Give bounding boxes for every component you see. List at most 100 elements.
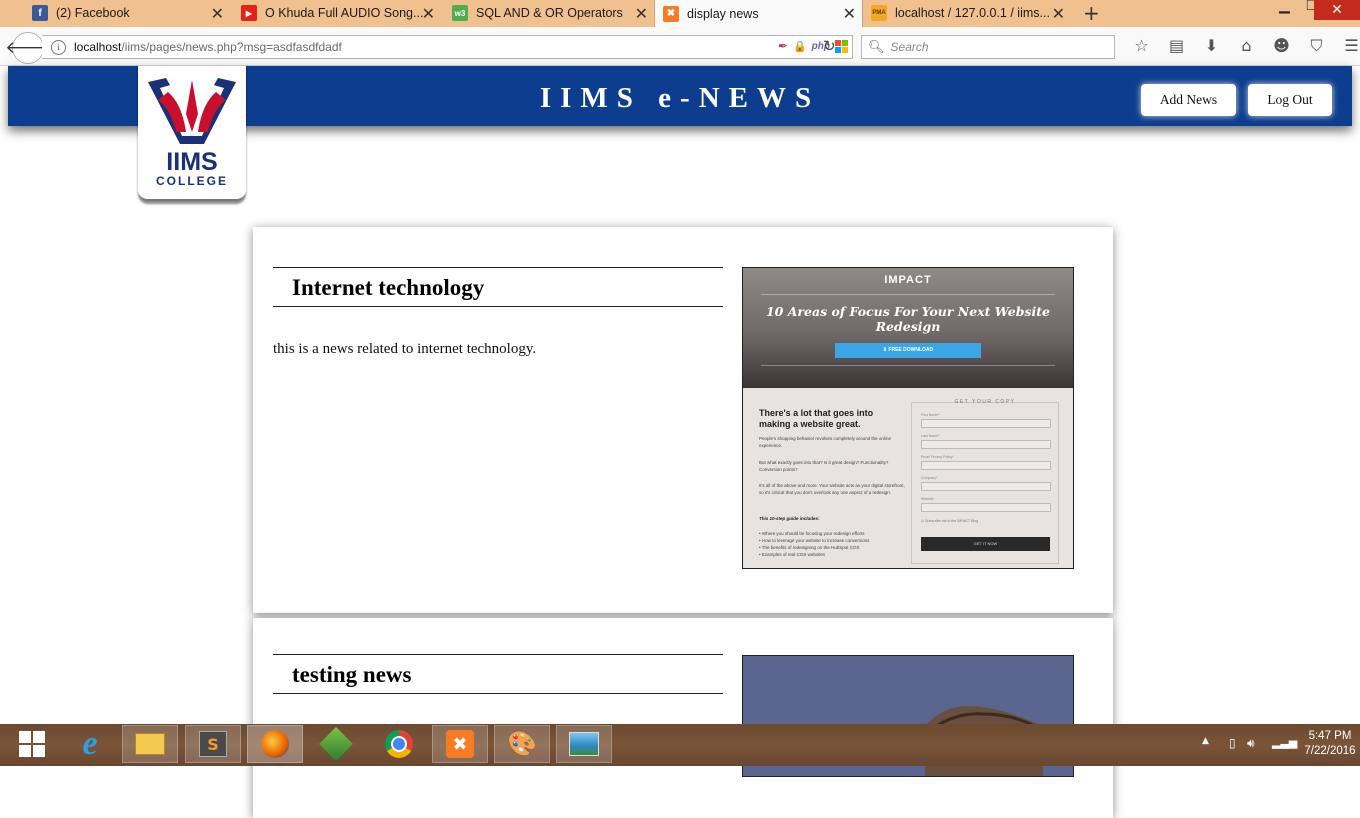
- file-explorer-button[interactable]: [122, 725, 178, 763]
- close-icon[interactable]: ✕: [211, 4, 224, 24]
- windows-addon-icon[interactable]: [835, 39, 848, 53]
- hello-icon[interactable]: ☻: [1264, 36, 1299, 56]
- back-arrow-icon[interactable]: 🡐: [5, 32, 51, 64]
- chrome-button[interactable]: [371, 725, 427, 763]
- close-icon[interactable]: ✕: [422, 4, 435, 24]
- tab-w3schools[interactable]: w3 SQL AND & OR Operators ✕: [444, 0, 654, 26]
- divider: [761, 294, 1055, 295]
- browser-tab-strip: f (2) Facebook ✕ ▶ O Khuda Full AUDIO So…: [0, 0, 1360, 27]
- image-bullet: • Where you should be focusing your rede…: [759, 531, 865, 536]
- image-guide-title: This 10-step guide includes:: [759, 516, 820, 521]
- tab-title: SQL AND & OR Operators: [476, 6, 623, 20]
- form-field: [921, 503, 1051, 512]
- battery-icon[interactable]: ▯: [1229, 736, 1236, 750]
- folder-icon: [135, 733, 165, 755]
- close-icon[interactable]: ✕: [635, 4, 648, 24]
- tab-display-news[interactable]: ✖ display news ✕: [654, 0, 863, 27]
- image-headline: 10 Areas of Focus For Your Next Website …: [765, 304, 1050, 334]
- addon-icon[interactable]: ✒: [778, 39, 788, 53]
- tab-title: localhost / 127.0.0.1 / iims...: [895, 6, 1050, 20]
- subscribe-label: ☑ Subscribe me to the IMPACT Blog: [921, 519, 979, 523]
- facebook-icon: f: [32, 5, 48, 21]
- logo-emblem-icon: [148, 78, 236, 144]
- iims-logo[interactable]: IIMS COLLEGE: [138, 66, 246, 201]
- form-label: Company*: [921, 476, 938, 480]
- news-body: this is a news related to internet techn…: [273, 341, 537, 357]
- reading-list-icon[interactable]: ▤: [1159, 36, 1194, 56]
- internet-explorer-icon: e: [82, 725, 98, 762]
- tab-title: (2) Facebook: [56, 6, 130, 20]
- form-label: First Name*: [921, 413, 940, 417]
- xampp-icon: ✖: [446, 730, 474, 758]
- photos-button[interactable]: [556, 725, 612, 763]
- search-icon: 🔍︎: [868, 39, 885, 54]
- image-bullet: • Examples of real COS websites: [759, 552, 826, 557]
- download-icon[interactable]: ⬇: [1194, 36, 1229, 56]
- firefox-icon: [261, 730, 289, 758]
- close-icon[interactable]: ✕: [843, 4, 856, 24]
- tab-title: O Khuda Full AUDIO Song...: [265, 6, 424, 20]
- close-icon[interactable]: ✕: [1052, 4, 1065, 24]
- image-bullet: • The benefits of redesigning on the Hub…: [759, 545, 860, 550]
- paint-button[interactable]: 🎨: [494, 725, 550, 763]
- free-download-button: ⬇ FREE DOWNLOAD: [835, 343, 981, 358]
- window-close-icon[interactable]: ✕: [1314, 0, 1360, 20]
- photo-viewer-icon: [569, 732, 599, 756]
- show-hidden-icons-icon[interactable]: ▲: [1202, 736, 1209, 746]
- tab-title: display news: [687, 6, 759, 21]
- network-icon[interactable]: ▂▃▅: [1272, 736, 1297, 749]
- tab-phpmyadmin[interactable]: PMA localhost / 127.0.0.1 / iims... ✕: [863, 0, 1071, 26]
- news-image: IMPACT 10 Areas of Focus For Your Next W…: [742, 267, 1074, 569]
- chrome-icon: [385, 730, 413, 758]
- image-bullet: • How to leverage your website to increa…: [759, 538, 870, 543]
- image-paragraph: But what exactly goes into that? Is it g…: [759, 460, 889, 472]
- start-button[interactable]: [4, 725, 60, 763]
- windows-taskbar: e S ✖ 🎨 ▲ ▯ 🔊︎ ▂▃▅ 5:47 PM 7/22/2016: [0, 724, 1360, 766]
- phpmyadmin-icon: PMA: [871, 5, 887, 21]
- divider: [761, 365, 1055, 366]
- news-title: Internet technology: [273, 267, 723, 307]
- lock-icon[interactable]: 🔒: [793, 40, 807, 53]
- form-label: Email Privacy Policy*: [921, 455, 954, 459]
- logo-subtext: COLLEGE: [155, 174, 228, 188]
- pocket-icon[interactable]: ⛉: [1299, 36, 1334, 56]
- form-field: [921, 482, 1051, 491]
- firefox-button[interactable]: [247, 725, 303, 763]
- form-title: GET YOUR COPY: [954, 399, 1016, 405]
- app-button[interactable]: [308, 725, 364, 763]
- xampp-button[interactable]: ✖: [432, 725, 488, 763]
- w3schools-icon: w3: [452, 5, 468, 21]
- paint-palette-icon: 🎨: [507, 730, 537, 758]
- form-field: [921, 440, 1051, 449]
- news-card: Internet technology this is a news relat…: [253, 227, 1113, 613]
- sublime-icon: S: [199, 731, 227, 757]
- internet-explorer-button[interactable]: e: [62, 725, 118, 763]
- form-label: Website: [921, 497, 934, 501]
- green-app-icon: [319, 727, 353, 761]
- new-tab-button[interactable]: +: [1083, 1, 1100, 25]
- minimize-icon[interactable]: ▁: [1279, 0, 1290, 14]
- clock-time: 5:47 PM: [1308, 730, 1352, 742]
- form-label: Last Name*: [921, 434, 940, 438]
- home-icon[interactable]: ⌂: [1229, 36, 1264, 56]
- reload-icon[interactable]: ↻: [823, 37, 836, 55]
- image-body: There's a lot that goes into making a we…: [743, 388, 1073, 568]
- logo-text: IIMS: [166, 148, 218, 176]
- add-news-button[interactable]: Add News: [1141, 84, 1236, 116]
- tab-facebook[interactable]: f (2) Facebook ✕: [24, 0, 230, 26]
- info-icon[interactable]: i: [51, 39, 66, 55]
- image-form: GET YOUR COPY First Name* Last Name* Ema…: [911, 399, 1059, 564]
- system-clock[interactable]: 5:47 PM 7/22/2016: [1300, 729, 1360, 759]
- url-bar[interactable]: i localhost/iims/pages/news.php?msg=asdf…: [42, 35, 853, 59]
- get-it-now-button: GET IT NOW: [921, 537, 1050, 551]
- search-input[interactable]: 🔍︎ Search: [861, 35, 1115, 59]
- image-paragraph: It's all of the above and more. Your web…: [759, 483, 905, 495]
- log-out-button[interactable]: Log Out: [1248, 84, 1332, 116]
- menu-icon[interactable]: ☰: [1334, 36, 1360, 56]
- sublime-text-button[interactable]: S: [185, 725, 241, 763]
- bookmark-star-icon[interactable]: ☆: [1124, 36, 1159, 56]
- volume-icon[interactable]: 🔊︎: [1247, 736, 1255, 751]
- tab-youtube[interactable]: ▶ O Khuda Full AUDIO Song... ✕: [233, 0, 441, 26]
- image-hero: IMPACT 10 Areas of Focus For Your Next W…: [743, 268, 1073, 388]
- image-subhead: There's a lot that goes into making a we…: [759, 408, 874, 429]
